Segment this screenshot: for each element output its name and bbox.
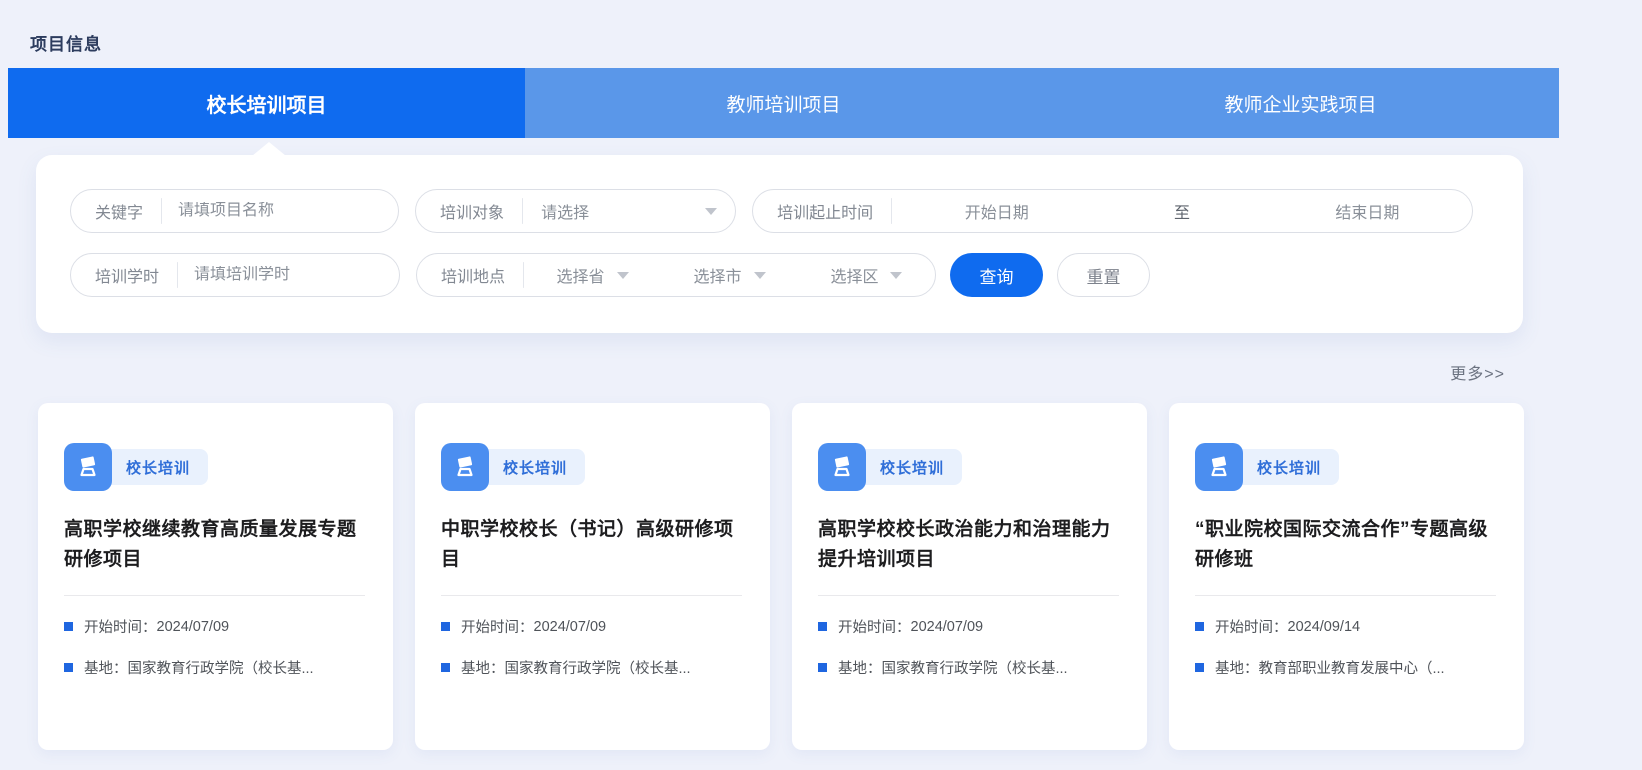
base-label: 基地： xyxy=(838,657,882,678)
city-placeholder: 选择市 xyxy=(693,263,741,287)
project-title[interactable]: 高职学校继续教育高质量发展专题研修项目 xyxy=(64,515,365,575)
bullet-square-icon xyxy=(1195,663,1204,672)
search-button[interactable]: 查询 xyxy=(950,253,1043,297)
category-badge: 校长培训 xyxy=(858,449,962,485)
location-selects: 选择省 选择市 选择区 xyxy=(524,263,935,287)
filter-panel-notch xyxy=(252,142,286,156)
start-time-row: 开始时间： 2024/07/09 xyxy=(818,616,1119,637)
base-value: 教育部职业教育发展中心（... xyxy=(1259,657,1445,678)
chevron-down-icon xyxy=(617,272,629,279)
tab-teacher-training[interactable]: 教师培训项目 xyxy=(525,68,1042,138)
keyword-input[interactable] xyxy=(162,202,398,220)
card-divider xyxy=(441,595,742,596)
training-hours-label: 培训学时 xyxy=(71,263,177,287)
lectern-icon xyxy=(441,443,489,491)
project-title[interactable]: 中职学校校长（书记）高级研修项目 xyxy=(441,515,742,575)
keyword-label: 关键字 xyxy=(71,199,161,223)
chevron-down-icon xyxy=(890,272,902,279)
start-time-value: 2024/07/09 xyxy=(534,619,607,635)
bullet-square-icon xyxy=(441,663,450,672)
category-badge: 校长培训 xyxy=(481,449,585,485)
page-title: 项目信息 xyxy=(30,30,102,55)
category-badge: 校长培训 xyxy=(104,449,208,485)
project-card[interactable]: 校长培训 中职学校校长（书记）高级研修项目 开始时间： 2024/07/09 基… xyxy=(415,403,770,750)
badge-row: 校长培训 xyxy=(441,443,742,491)
project-card-list: 校长培训 高职学校继续教育高质量发展专题研修项目 开始时间： 2024/07/0… xyxy=(38,403,1525,750)
date-range-separator: 至 xyxy=(1174,199,1190,223)
base-row: 基地： 国家教育行政学院（校长基... xyxy=(64,657,365,678)
base-label: 基地： xyxy=(461,657,505,678)
training-location-label: 培训地点 xyxy=(417,263,523,287)
project-card[interactable]: 校长培训 “职业院校国际交流合作”专题高级研修班 开始时间： 2024/09/1… xyxy=(1169,403,1524,750)
card-divider xyxy=(818,595,1119,596)
lectern-icon xyxy=(1195,443,1243,491)
tab-principal-training[interactable]: 校长培训项目 xyxy=(8,68,525,138)
start-time-value: 2024/09/14 xyxy=(1288,619,1361,635)
district-placeholder: 选择区 xyxy=(830,263,878,287)
date-range-field[interactable]: 培训起止时间 开始日期 至 结束日期 xyxy=(752,189,1473,233)
province-select[interactable]: 选择省 xyxy=(557,263,629,287)
start-time-label: 开始时间： xyxy=(1215,616,1288,637)
bullet-square-icon xyxy=(441,622,450,631)
base-row: 基地： 教育部职业教育发展中心（... xyxy=(1195,657,1496,678)
base-row: 基地： 国家教育行政学院（校长基... xyxy=(441,657,742,678)
training-target-placeholder: 请选择 xyxy=(541,199,589,223)
district-select[interactable]: 选择区 xyxy=(830,263,902,287)
start-time-value: 2024/07/09 xyxy=(911,619,984,635)
base-value: 国家教育行政学院（校长基... xyxy=(505,657,691,678)
start-time-row: 开始时间： 2024/07/09 xyxy=(441,616,742,637)
start-time-label: 开始时间： xyxy=(461,616,534,637)
bullet-square-icon xyxy=(818,663,827,672)
training-target-select[interactable]: 请选择 xyxy=(523,199,735,223)
start-time-label: 开始时间： xyxy=(84,616,157,637)
filter-panel: 关键字 培训对象 请选择 培训起止时间 开始日期 至 结束日期 培训学时 xyxy=(36,155,1523,333)
training-hours-input[interactable] xyxy=(178,266,399,284)
training-hours-field[interactable]: 培训学时 xyxy=(70,253,400,297)
card-divider xyxy=(1195,595,1496,596)
badge-row: 校长培训 xyxy=(1195,443,1496,491)
chevron-down-icon xyxy=(705,208,717,215)
tab-teacher-enterprise-practice[interactable]: 教师企业实践项目 xyxy=(1042,68,1559,138)
date-range-inputs: 开始日期 至 结束日期 xyxy=(892,199,1472,223)
project-card[interactable]: 校长培训 高职学校继续教育高质量发展专题研修项目 开始时间： 2024/07/0… xyxy=(38,403,393,750)
project-title[interactable]: 高职学校校长政治能力和治理能力提升培训项目 xyxy=(818,515,1119,575)
base-label: 基地： xyxy=(1215,657,1259,678)
reset-button[interactable]: 重置 xyxy=(1057,253,1150,297)
base-label: 基地： xyxy=(84,657,128,678)
filter-row-2: 培训学时 培训地点 选择省 选择市 选择区 xyxy=(70,253,1489,297)
project-title[interactable]: “职业院校国际交流合作”专题高级研修班 xyxy=(1195,515,1496,575)
filter-row-1: 关键字 培训对象 请选择 培训起止时间 开始日期 至 结束日期 xyxy=(70,189,1489,233)
start-time-row: 开始时间： 2024/07/09 xyxy=(64,616,365,637)
bullet-square-icon xyxy=(64,622,73,631)
start-time-row: 开始时间： 2024/09/14 xyxy=(1195,616,1496,637)
lectern-icon xyxy=(818,443,866,491)
category-badge: 校长培训 xyxy=(1235,449,1339,485)
more-link[interactable]: 更多>> xyxy=(1450,360,1505,384)
base-row: 基地： 国家教育行政学院（校长基... xyxy=(818,657,1119,678)
end-date-input[interactable]: 结束日期 xyxy=(1335,199,1399,223)
training-location-field[interactable]: 培训地点 选择省 选择市 选择区 xyxy=(416,253,936,297)
training-target-field[interactable]: 培训对象 请选择 xyxy=(415,189,736,233)
card-divider xyxy=(64,595,365,596)
base-value: 国家教育行政学院（校长基... xyxy=(128,657,314,678)
keyword-field[interactable]: 关键字 xyxy=(70,189,399,233)
badge-row: 校长培训 xyxy=(64,443,365,491)
city-select[interactable]: 选择市 xyxy=(693,263,765,287)
bullet-square-icon xyxy=(818,622,827,631)
badge-row: 校长培训 xyxy=(818,443,1119,491)
bullet-square-icon xyxy=(1195,622,1204,631)
project-card[interactable]: 校长培训 高职学校校长政治能力和治理能力提升培训项目 开始时间： 2024/07… xyxy=(792,403,1147,750)
base-value: 国家教育行政学院（校长基... xyxy=(882,657,1068,678)
training-target-label: 培训对象 xyxy=(416,199,522,223)
chevron-down-icon xyxy=(754,272,766,279)
start-date-input[interactable]: 开始日期 xyxy=(965,199,1029,223)
lectern-icon xyxy=(64,443,112,491)
province-placeholder: 选择省 xyxy=(557,263,605,287)
start-time-label: 开始时间： xyxy=(838,616,911,637)
bullet-square-icon xyxy=(64,663,73,672)
start-time-value: 2024/07/09 xyxy=(157,619,230,635)
date-range-label: 培训起止时间 xyxy=(753,199,891,223)
project-tabbar: 校长培训项目 教师培训项目 教师企业实践项目 xyxy=(8,68,1559,138)
